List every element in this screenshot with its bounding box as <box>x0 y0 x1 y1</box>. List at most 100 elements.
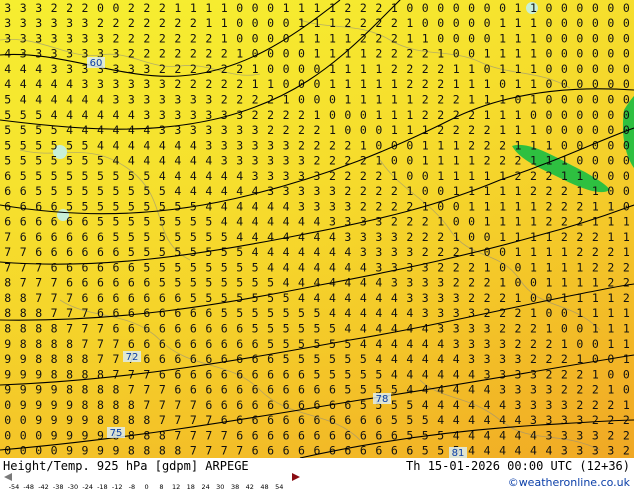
grid-value: 2 <box>484 276 491 290</box>
grid-value: 6 <box>252 413 259 427</box>
grid-value: 0 <box>314 62 321 76</box>
grid-value: 6 <box>97 291 104 305</box>
grid-value: 6 <box>205 367 212 381</box>
grid-value: 3 <box>561 444 568 458</box>
grid-value: 2 <box>174 31 181 45</box>
grid-value: 5 <box>174 260 181 274</box>
grid-value: 6 <box>205 383 212 397</box>
grid-value: 2 <box>283 108 290 122</box>
grid-value: 6 <box>128 337 135 351</box>
grid-value: 3 <box>236 123 243 137</box>
grid-value: 0 <box>422 1 429 15</box>
grid-value: 3 <box>515 383 522 397</box>
grid-value: 0 <box>576 31 583 45</box>
grid-value: 2 <box>344 169 351 183</box>
grid-value: 0 <box>607 184 614 198</box>
grid-value: 1 <box>453 230 460 244</box>
grid-value: 6 <box>252 444 259 458</box>
grid-value: 9 <box>82 428 89 442</box>
grid-value: 2 <box>190 47 197 61</box>
grid-value: 7 <box>190 444 197 458</box>
grid-value: 7 <box>174 398 181 412</box>
grid-value: 5 <box>252 306 259 320</box>
scale-label: -48 <box>23 483 34 490</box>
grid-value: 2 <box>592 230 599 244</box>
grid-value: 0 <box>484 31 491 45</box>
grid-value: 1 <box>515 77 522 91</box>
grid-value: 1 <box>391 123 398 137</box>
grid-value: 4 <box>530 444 537 458</box>
grid-value: 6 <box>205 322 212 336</box>
grid-value: 4 <box>314 260 321 274</box>
grid-value: 2 <box>453 108 460 122</box>
grid-value: 0 <box>267 16 274 30</box>
grid-value: 6 <box>113 306 120 320</box>
grid-value: 6 <box>159 337 166 351</box>
grid-value: 5 <box>437 444 444 458</box>
grid-value: 5 <box>66 184 73 198</box>
grid-value: 7 <box>205 428 212 442</box>
grid-value: 8 <box>97 398 104 412</box>
grid-value: 4 <box>344 260 351 274</box>
grid-value: 5 <box>174 215 181 229</box>
grid-value: 3 <box>190 108 197 122</box>
grid-value: 1 <box>360 77 367 91</box>
grid-value: 6 <box>174 306 181 320</box>
grid-value: 2 <box>422 62 429 76</box>
grid-value: 6 <box>128 276 135 290</box>
grid-value: 5 <box>422 444 429 458</box>
scale-label: -30 <box>68 483 79 490</box>
grid-value: 1 <box>530 306 537 320</box>
grid-value: 2 <box>453 93 460 107</box>
grid-value: 5 <box>283 322 290 336</box>
contour-label: 60 <box>90 58 103 69</box>
grid-value: 8 <box>113 383 120 397</box>
grid-value: 4 <box>484 383 491 397</box>
grid-value: 4 <box>190 154 197 168</box>
grid-value: 1 <box>360 138 367 152</box>
grid-value: 3 <box>20 47 27 61</box>
grid-value: 5 <box>82 199 89 213</box>
grid-value: 6 <box>51 260 58 274</box>
grid-value: 5 <box>35 108 42 122</box>
grid-value: 8 <box>66 383 73 397</box>
grid-value: 9 <box>51 398 58 412</box>
grid-value: 3 <box>375 245 382 259</box>
scale-label: -42 <box>38 483 49 490</box>
grid-value: 2 <box>422 108 429 122</box>
grid-value: 5 <box>66 169 73 183</box>
grid-value: 5 <box>97 184 104 198</box>
grid-value: 1 <box>422 138 429 152</box>
grid-value: 0 <box>375 123 382 137</box>
grid-value: 7 <box>221 428 228 442</box>
grid-value: 5 <box>190 291 197 305</box>
grid-value: 5 <box>97 215 104 229</box>
grid-value: 2 <box>113 31 120 45</box>
grid-value: 4 <box>51 93 58 107</box>
grid-value: 6 <box>283 428 290 442</box>
grid-value: 1 <box>607 291 614 305</box>
grid-value: 0 <box>607 169 614 183</box>
grid-value: 4 <box>437 413 444 427</box>
credit-link[interactable]: ©weatheronline.co.uk <box>508 476 630 489</box>
grid-value: 5 <box>236 306 243 320</box>
grid-value: 3 <box>499 337 506 351</box>
grid-value: 5 <box>51 169 58 183</box>
grid-value: 3 <box>252 138 259 152</box>
grid-value: 0 <box>623 383 630 397</box>
grid-value: 2 <box>360 154 367 168</box>
grid-value: 5 <box>190 276 197 290</box>
grid-value: 4 <box>499 398 506 412</box>
grid-value: 8 <box>35 306 42 320</box>
grid-value: 5 <box>329 367 336 381</box>
grid-value: 1 <box>515 199 522 213</box>
grid-value: 5 <box>66 138 73 152</box>
grid-value: 0 <box>20 413 27 427</box>
grid-value: 4 <box>422 352 429 366</box>
grid-value: 3 <box>236 138 243 152</box>
grid-value: 7 <box>4 245 11 259</box>
grid-value: 2 <box>576 215 583 229</box>
grid-value: 1 <box>298 31 305 45</box>
grid-value: 3 <box>592 428 599 442</box>
grid-value: 0 <box>607 47 614 61</box>
